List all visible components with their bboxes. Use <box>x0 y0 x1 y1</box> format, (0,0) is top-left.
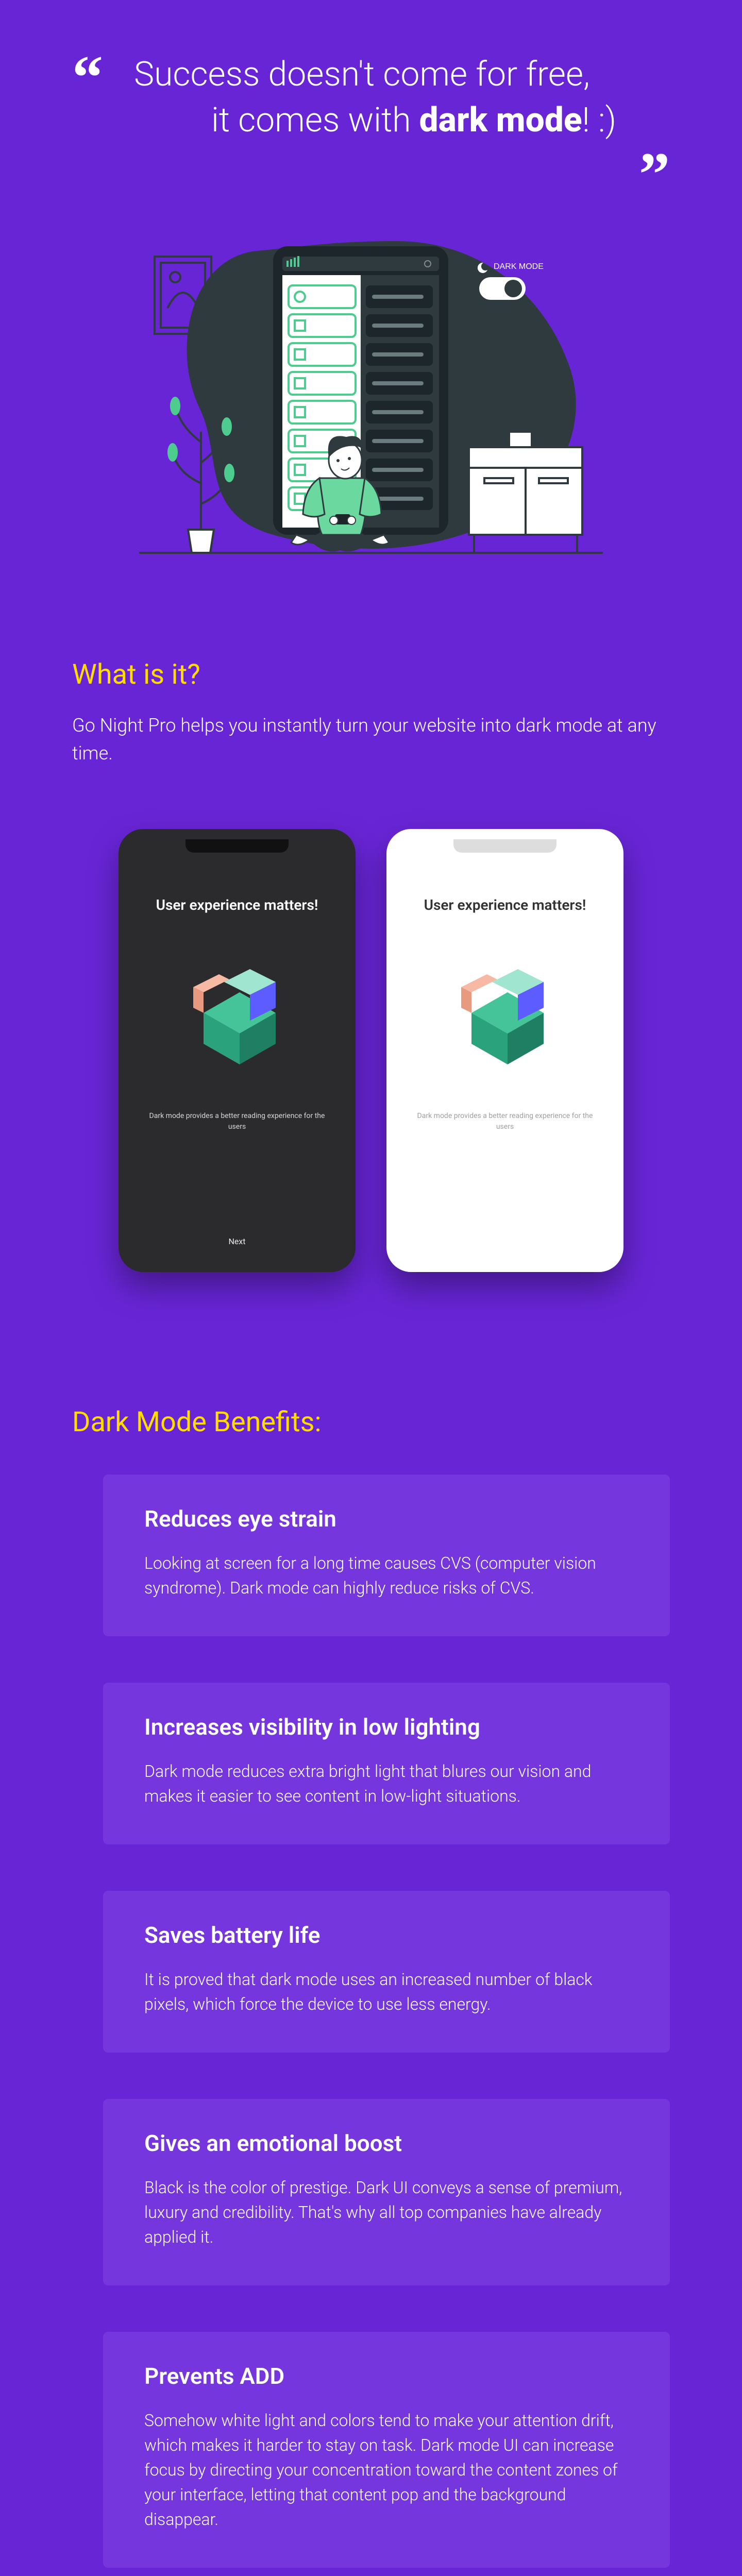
benefit-body: It is proved that dark mode uses an incr… <box>144 1967 629 2016</box>
benefit-body: Dark mode reduces extra bright light tha… <box>144 1759 629 1808</box>
phone-notch-icon <box>453 839 556 853</box>
benefit-body: Somehow white light and colors tend to m… <box>144 2408 629 2532</box>
phone-dark-art <box>173 951 301 1080</box>
phone-dark-title: User experience matters! <box>156 896 318 914</box>
dark-mode-label: DARK MODE <box>494 262 544 271</box>
benefit-body: Black is the color of prestige. Dark UI … <box>144 2175 629 2249</box>
benefit-title: Increases visibility in low lighting <box>144 1714 629 1740</box>
phone-notch-icon <box>185 839 289 853</box>
phone-mockups: User experience matters! Dark mode provi… <box>72 829 670 1272</box>
hero-illustration: DARK MODE <box>139 226 603 555</box>
benefit-title: Gives an emotional boost <box>144 2130 629 2157</box>
benefit-body: Looking at screen for a long time causes… <box>144 1551 629 1600</box>
hero-quote: “ Success doesn't come for free, it come… <box>72 31 670 154</box>
benefit-card: Saves battery life It is proved that dark… <box>103 1891 670 2053</box>
what-is-it-body: Go Night Pro helps you instantly turn yo… <box>72 711 670 767</box>
benefit-title: Saves battery life <box>144 1922 629 1948</box>
benefit-card: Reduces eye strain Looking at screen for … <box>103 1475 670 1636</box>
quote-line-2: it comes with dark mode! :) <box>134 97 639 143</box>
benefit-card: Increases visibility in low lighting Dark… <box>103 1683 670 1844</box>
phone-dark: User experience matters! Dark mode provi… <box>119 829 356 1272</box>
benefit-title: Reduces eye strain <box>144 1505 629 1532</box>
phone-dark-sub: Dark mode provides a better reading expe… <box>147 1111 327 1132</box>
what-is-it-heading: What is it? <box>72 658 670 691</box>
quote-line-1: Success doesn't come for free, <box>134 52 639 97</box>
benefits-heading: Dark Mode Benefits: <box>72 1406 670 1438</box>
phone-light: User experience matters! Dark mode provi… <box>386 829 623 1272</box>
phone-dark-cta: Next <box>228 1236 245 1246</box>
phone-light-sub: Dark mode provides a better reading expe… <box>415 1111 595 1132</box>
benefit-card: Gives an emotional boost Black is the col… <box>103 2099 670 2285</box>
benefit-card: Prevents ADD Somehow white light and colo… <box>103 2332 670 2568</box>
phone-light-art <box>441 951 569 1080</box>
phone-light-title: User experience matters! <box>424 896 586 914</box>
benefit-title: Prevents ADD <box>144 2363 629 2389</box>
